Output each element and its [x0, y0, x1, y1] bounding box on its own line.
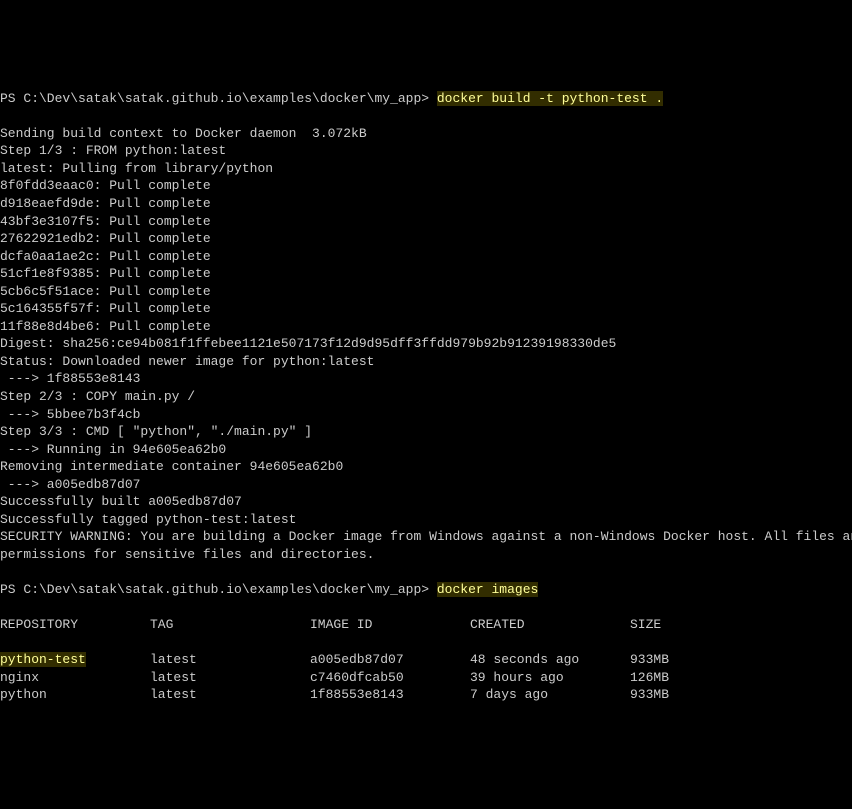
output-line: 11f88e8d4be6: Pull complete [0, 318, 852, 336]
header-tag: TAG [150, 616, 310, 634]
cell: 1f88553e8143 [310, 686, 470, 704]
output-line: ---> Running in 94e605ea62b0 [0, 441, 852, 459]
table-row: nginxlatestc7460dfcab5039 hours ago126MB [0, 669, 852, 687]
cell: a005edb87d07 [310, 651, 470, 669]
output-line: latest: Pulling from library/python [0, 160, 852, 178]
cell: latest [150, 669, 310, 687]
output-line: ---> a005edb87d07 [0, 476, 852, 494]
cell: nginx [0, 669, 150, 687]
header-imageid: IMAGE ID [310, 616, 470, 634]
output-line: Step 1/3 : FROM python:latest [0, 142, 852, 160]
prompt-line-2: PS C:\Dev\satak\satak.github.io\examples… [0, 581, 852, 599]
output-line: 43bf3e3107f5: Pull complete [0, 213, 852, 231]
output-line: 8f0fdd3eaac0: Pull complete [0, 177, 852, 195]
ps-prompt: PS C:\Dev\satak\satak.github.io\examples… [0, 582, 437, 597]
output-line: Status: Downloaded newer image for pytho… [0, 353, 852, 371]
cell: python-test [0, 651, 150, 669]
image-table-body: python-testlatesta005edb87d0748 seconds … [0, 651, 852, 704]
ps-prompt: PS C:\Dev\satak\satak.github.io\examples… [0, 91, 437, 106]
cell: 48 seconds ago [470, 651, 630, 669]
header-repository: REPOSITORY [0, 616, 150, 634]
terminal-output[interactable]: PS C:\Dev\satak\satak.github.io\examples… [0, 72, 852, 721]
header-created: CREATED [470, 616, 630, 634]
cmd-docker: docker [437, 91, 484, 106]
build-output: Sending build context to Docker daemon 3… [0, 125, 852, 564]
cell: latest [150, 686, 310, 704]
cmd-flag: -t [538, 91, 554, 106]
output-line: Successfully tagged python-test:latest [0, 511, 852, 529]
cell: 933MB [630, 651, 730, 669]
cell: 126MB [630, 669, 730, 687]
output-line: Step 2/3 : COPY main.py / [0, 388, 852, 406]
cell: 933MB [630, 686, 730, 704]
cell: python [0, 686, 150, 704]
output-line: 51cf1e8f9385: Pull complete [0, 265, 852, 283]
output-line: Sending build context to Docker daemon 3… [0, 125, 852, 143]
output-line: 27622921edb2: Pull complete [0, 230, 852, 248]
output-line: 5cb6c5f51ace: Pull complete [0, 283, 852, 301]
cell: 39 hours ago [470, 669, 630, 687]
output-line: Successfully built a005edb87d07 [0, 493, 852, 511]
cell: latest [150, 651, 310, 669]
output-line: dcfa0aa1ae2c: Pull complete [0, 248, 852, 266]
header-size: SIZE [630, 616, 730, 634]
prompt-line-1: PS C:\Dev\satak\satak.github.io\examples… [0, 90, 852, 108]
cmd-build: build [484, 91, 539, 106]
output-line: permissions for sensitive files and dire… [0, 546, 852, 564]
cell: c7460dfcab50 [310, 669, 470, 687]
table-row: pythonlatest1f88553e81437 days ago933MB [0, 686, 852, 704]
cmd-images: images [484, 582, 539, 597]
cell: 7 days ago [470, 686, 630, 704]
output-line: d918eaefd9de: Pull complete [0, 195, 852, 213]
output-line: ---> 5bbee7b3f4cb [0, 406, 852, 424]
cmd-docker2: docker [437, 582, 484, 597]
table-header-row: REPOSITORYTAGIMAGE IDCREATEDSIZE [0, 616, 852, 634]
cmd-rest: python-test . [554, 91, 663, 106]
table-row: python-testlatesta005edb87d0748 seconds … [0, 651, 852, 669]
output-line: Digest: sha256:ce94b081f1ffebee1121e5071… [0, 335, 852, 353]
output-line: Removing intermediate container 94e605ea… [0, 458, 852, 476]
output-line: Step 3/3 : CMD [ "python", "./main.py" ] [0, 423, 852, 441]
output-line: 5c164355f57f: Pull complete [0, 300, 852, 318]
output-line: ---> 1f88553e8143 [0, 370, 852, 388]
output-line: SECURITY WARNING: You are building a Doc… [0, 528, 852, 546]
